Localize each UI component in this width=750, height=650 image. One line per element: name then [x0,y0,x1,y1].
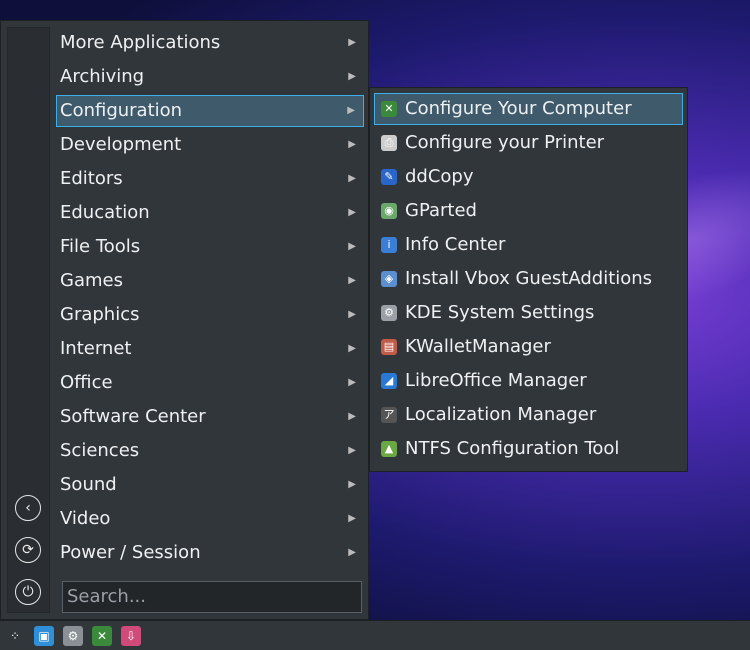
submenu-item-label: Info Center [405,234,506,255]
file-manager-icon[interactable]: ▣ [34,626,54,646]
menu-category-graphics[interactable]: Graphics ▶ [56,299,364,331]
chevron-right-icon: ▶ [348,445,356,456]
submenu-item-kwalletmanager[interactable]: ▤ KWalletManager [374,331,683,363]
chevron-right-icon: ▶ [348,309,356,320]
search-input[interactable]: Search... [62,581,362,613]
chevron-right-icon: ▶ [348,377,356,388]
menu-side-strip [7,27,50,613]
system-settings-icon[interactable]: ⚙ [63,626,83,646]
menu-category-video[interactable]: Video ▶ [56,503,364,535]
menu-category-label: Configuration [60,100,183,121]
chevron-right-icon: ▶ [347,105,355,116]
menu-category-games[interactable]: Games ▶ [56,265,364,297]
menu-category-internet[interactable]: Internet ▶ [56,333,364,365]
submenu-item-label: ddCopy [405,166,474,187]
menu-category-label: Internet [60,338,132,359]
submenu-item-label: LibreOffice Manager [405,370,587,391]
menu-category-label: Editors [60,168,123,189]
submenu-item-label: Configure your Printer [405,132,605,153]
submenu-item-gparted[interactable]: ◉ GParted [374,195,683,227]
power-icon[interactable]: ⏻ [15,579,41,605]
ntfs-tool-icon: ▲ [381,441,397,457]
syringe-icon: ✎ [381,169,397,185]
submenu-item-configure-your-computer[interactable]: ✕ Configure Your Computer [374,93,683,125]
menu-category-label: Video [60,508,111,529]
menu-category-more-applications[interactable]: More Applications ▶ [56,27,364,59]
submenu-item-install-vbox-guestadditions[interactable]: ◈ Install Vbox GuestAdditions [374,263,683,295]
kwallet-icon: ▤ [381,339,397,355]
menu-category-label: Development [60,134,182,155]
installer-icon[interactable]: ⇩ [121,626,141,646]
menu-category-label: More Applications [60,32,221,53]
menu-category-development[interactable]: Development ▶ [56,129,364,161]
submenu-item-configure-your-printer[interactable]: ⎙ Configure your Printer [374,127,683,159]
submenu-item-info-center[interactable]: i Info Center [374,229,683,261]
menu-category-file-tools[interactable]: File Tools ▶ [56,231,364,263]
configure-computer-icon: ✕ [381,101,397,117]
submenu-item-ddcopy[interactable]: ✎ ddCopy [374,161,683,193]
menu-category-label: Sciences [60,440,140,461]
menu-category-label: Games [60,270,123,291]
submenu-item-ntfs-configuration-tool[interactable]: ▲ NTFS Configuration Tool [374,433,683,465]
submenu-item-localization-manager[interactable]: ア Localization Manager [374,399,683,431]
chevron-right-icon: ▶ [348,207,356,218]
submenu-item-label: NTFS Configuration Tool [405,438,620,459]
taskbar: ⁘ ▣ ⚙ ✕ ⇩ [0,620,750,650]
menu-category-archiving[interactable]: Archiving ▶ [56,61,364,93]
chevron-right-icon: ▶ [348,513,356,524]
chevron-right-icon: ▶ [348,241,356,252]
chevron-right-icon: ▶ [348,139,356,150]
configuration-submenu: ✕ Configure Your Computer ⎙ Configure your … [369,87,688,472]
chevron-right-icon: ▶ [348,37,356,48]
refresh-icon[interactable]: ⟳ [15,537,41,563]
menu-category-office[interactable]: Office ▶ [56,367,364,399]
printer-icon: ⎙ [381,135,397,151]
submenu-item-label: Install Vbox GuestAdditions [405,268,653,289]
menu-category-power-session[interactable]: Power / Session ▶ [56,537,364,569]
virtualbox-icon: ◈ [381,271,397,287]
chevron-right-icon: ▶ [348,275,356,286]
submenu-item-label: KWalletManager [405,336,551,357]
menu-category-label: Education [60,202,150,223]
menu-launcher-icon[interactable]: ⁘ [5,626,25,646]
configure-computer-icon[interactable]: ✕ [92,626,112,646]
submenu-item-libreoffice-manager[interactable]: ◢ LibreOffice Manager [374,365,683,397]
application-menu: More Applications ▶ Archiving ▶ Configuratio… [0,20,369,620]
menu-category-label: Graphics [60,304,140,325]
system-settings-icon: ⚙ [381,305,397,321]
submenu-item-kde-system-settings[interactable]: ⚙ KDE System Settings [374,297,683,329]
menu-category-software-center[interactable]: Software Center ▶ [56,401,364,433]
back-icon[interactable]: ‹ [15,495,41,521]
menu-category-label: File Tools [60,236,141,257]
submenu-item-label: Localization Manager [405,404,597,425]
menu-category-label: Sound [60,474,117,495]
menu-category-label: Power / Session [60,542,201,563]
menu-category-education[interactable]: Education ▶ [56,197,364,229]
localization-icon: ア [381,407,397,423]
chevron-right-icon: ▶ [348,71,356,82]
menu-category-sound[interactable]: Sound ▶ [56,469,364,501]
menu-category-editors[interactable]: Editors ▶ [56,163,364,195]
menu-category-label: Archiving [60,66,145,87]
submenu-item-label: GParted [405,200,477,221]
chevron-right-icon: ▶ [348,411,356,422]
menu-category-label: Software Center [60,406,206,427]
menu-category-configuration[interactable]: Configuration ▶ [56,95,364,127]
chevron-right-icon: ▶ [348,343,356,354]
chevron-right-icon: ▶ [348,479,356,490]
submenu-item-label: KDE System Settings [405,302,595,323]
gparted-icon: ◉ [381,203,397,219]
chevron-right-icon: ▶ [348,173,356,184]
submenu-item-label: Configure Your Computer [405,98,632,119]
menu-category-label: Office [60,372,113,393]
info-center-icon: i [381,237,397,253]
libreoffice-icon: ◢ [381,373,397,389]
menu-category-sciences[interactable]: Sciences ▶ [56,435,364,467]
chevron-right-icon: ▶ [348,547,356,558]
